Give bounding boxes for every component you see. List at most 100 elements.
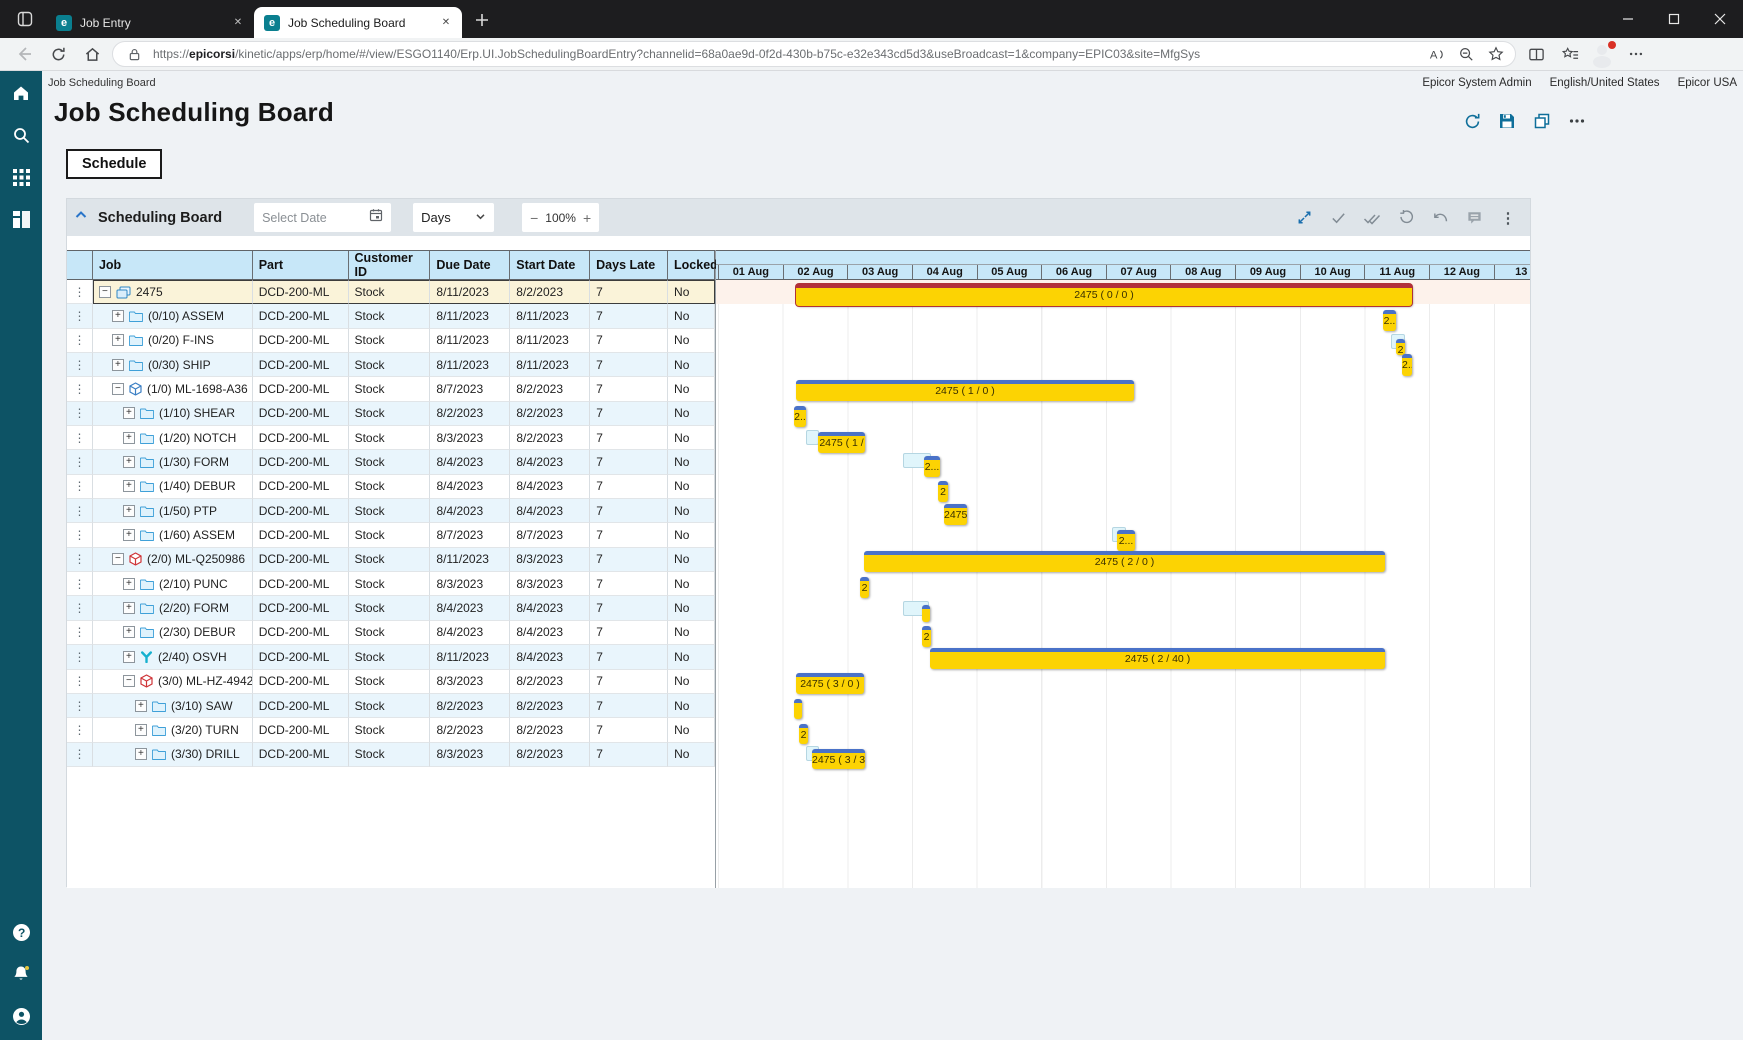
row-menu-icon[interactable]: ⋮	[67, 596, 93, 620]
zoom-out-icon[interactable]	[1455, 43, 1477, 65]
job-grid-row[interactable]: ⋮−(2/0) ML-Q250986DCD-200-MLStock8/11/20…	[67, 548, 715, 572]
new-tab-button[interactable]	[468, 6, 496, 34]
back-icon[interactable]	[10, 40, 38, 68]
row-menu-icon[interactable]: ⋮	[67, 499, 93, 523]
expand-node-icon[interactable]: +	[123, 407, 135, 419]
job-grid-row[interactable]: ⋮+(1/20) NOTCHDCD-200-MLStock8/3/20238/2…	[67, 426, 715, 450]
save-icon[interactable]	[1497, 111, 1517, 131]
job-grid-row[interactable]: ⋮+(3/10) SAWDCD-200-MLStock8/2/20238/2/2…	[67, 694, 715, 718]
accept-check-icon[interactable]	[1328, 208, 1348, 228]
row-menu-icon[interactable]: ⋮	[67, 280, 93, 304]
row-menu-icon[interactable]: ⋮	[67, 645, 93, 669]
search-icon[interactable]	[11, 125, 31, 145]
gantt-bar[interactable]: 2..	[1402, 354, 1412, 376]
expand-node-icon[interactable]: +	[123, 432, 135, 444]
gantt-bar[interactable]: 2475 ( 1 /	[818, 432, 865, 453]
job-grid-row[interactable]: ⋮+(1/60) ASSEMDCD-200-MLStock8/7/20238/7…	[67, 523, 715, 547]
window-close-button[interactable]	[1697, 0, 1743, 38]
refresh-icon[interactable]	[44, 40, 72, 68]
job-grid-row[interactable]: ⋮+(0/10) ASSEMDCD-200-MLStock8/11/20238/…	[67, 304, 715, 328]
url-bar[interactable]: https://epicorsi/kinetic/apps/erp/home/#…	[112, 41, 1516, 67]
split-screen-icon[interactable]	[1522, 40, 1550, 68]
row-menu-icon[interactable]: ⋮	[67, 572, 93, 596]
breadcrumb[interactable]: Job Scheduling Board	[48, 77, 156, 89]
dashboard-icon[interactable]	[11, 209, 31, 229]
gantt-bar[interactable]: 2475 ( 0 / 0 )	[796, 284, 1412, 306]
tab-close-icon[interactable]: ✕	[438, 15, 454, 31]
gantt-bar[interactable]: 2..	[794, 406, 806, 427]
home-icon[interactable]	[78, 40, 106, 68]
browser-tab-job-entry[interactable]: e Job Entry ✕	[46, 7, 254, 38]
job-grid-row[interactable]: ⋮+(0/20) F-INSDCD-200-MLStock8/11/20238/…	[67, 329, 715, 353]
zoom-in-button[interactable]: +	[583, 210, 591, 226]
grid-column-header[interactable]: Job	[93, 251, 253, 279]
grid-column-header[interactable]: Part	[253, 251, 349, 279]
job-grid-row[interactable]: ⋮−(1/0) ML-1698-A36DCD-200-MLStock8/7/20…	[67, 377, 715, 401]
schedule-button[interactable]: Schedule	[66, 149, 162, 179]
row-menu-icon[interactable]: ⋮	[67, 450, 93, 474]
refresh-page-icon[interactable]	[1462, 111, 1482, 131]
interval-select[interactable]: Days	[413, 203, 494, 232]
row-menu-icon[interactable]: ⋮	[67, 304, 93, 328]
row-menu-icon[interactable]: ⋮	[67, 475, 93, 499]
job-grid-row[interactable]: ⋮+(2/10) PUNCDCD-200-MLStock8/3/20238/3/…	[67, 572, 715, 596]
locale-label[interactable]: English/United States	[1550, 77, 1660, 89]
expand-node-icon[interactable]: +	[123, 505, 135, 517]
gantt-bar[interactable]: 2...	[924, 456, 940, 477]
collapse-panel-icon[interactable]	[74, 208, 88, 227]
home-nav-icon[interactable]	[11, 83, 31, 103]
row-menu-icon[interactable]: ⋮	[67, 548, 93, 572]
job-grid-row[interactable]: ⋮−(3/0) ML-HZ-4942DCD-200-MLStock8/3/202…	[67, 670, 715, 694]
row-menu-icon[interactable]: ⋮	[67, 621, 93, 645]
notifications-bell-icon[interactable]	[11, 964, 31, 984]
job-grid-row[interactable]: ⋮+(1/40) DEBURDCD-200-MLStock8/4/20238/4…	[67, 475, 715, 499]
row-menu-icon[interactable]: ⋮	[67, 718, 93, 742]
collapse-node-icon[interactable]: −	[112, 383, 124, 395]
expand-node-icon[interactable]: +	[135, 748, 147, 760]
browser-menu-icon[interactable]	[1622, 40, 1650, 68]
row-menu-icon[interactable]: ⋮	[67, 402, 93, 426]
gantt-bar[interactable]: 2475 ( 3 / 0 )	[796, 673, 864, 694]
gantt-bar[interactable]	[794, 699, 802, 719]
browser-tab-job-scheduling-board[interactable]: e Job Scheduling Board ✕	[254, 7, 462, 38]
window-minimize-button[interactable]	[1605, 0, 1651, 38]
read-aloud-icon[interactable]: A	[1425, 43, 1447, 65]
help-icon[interactable]: ?	[11, 922, 31, 942]
job-grid-row[interactable]: ⋮+(3/20) TURNDCD-200-MLStock8/2/20238/2/…	[67, 718, 715, 742]
select-date-input[interactable]: Select Date	[254, 203, 391, 232]
row-menu-icon[interactable]: ⋮	[67, 694, 93, 718]
row-menu-icon[interactable]: ⋮	[67, 743, 93, 767]
expand-node-icon[interactable]: +	[135, 700, 147, 712]
gantt-bar[interactable]: 2475 ( 2 / 0 )	[864, 551, 1385, 572]
grid-column-header[interactable]: Locked	[668, 251, 715, 279]
expand-node-icon[interactable]: +	[135, 724, 147, 736]
collapse-node-icon[interactable]: −	[123, 675, 135, 687]
gantt-bar[interactable]: 2	[860, 577, 869, 598]
expand-node-icon[interactable]: +	[123, 651, 135, 663]
gantt-bar[interactable]: 2...	[1117, 530, 1135, 551]
expand-icon[interactable]	[1294, 208, 1314, 228]
calendar-icon[interactable]	[369, 208, 383, 227]
grid-column-header[interactable]: Start Date	[510, 251, 590, 279]
job-grid-row[interactable]: ⋮+(1/10) SHEARDCD-200-MLStock8/2/20238/2…	[67, 402, 715, 426]
job-grid-row[interactable]: ⋮+(1/30) FORMDCD-200-MLStock8/4/20238/4/…	[67, 450, 715, 474]
grid-column-header[interactable]: Days Late	[590, 251, 668, 279]
undo-icon[interactable]	[1430, 208, 1450, 228]
window-maximize-button[interactable]	[1651, 0, 1697, 38]
gantt-bar[interactable]: 2475 ( 3 / 30	[812, 749, 865, 769]
expand-node-icon[interactable]: +	[123, 602, 135, 614]
gantt-bar[interactable]: 2	[1396, 339, 1405, 355]
expand-node-icon[interactable]: +	[112, 334, 124, 346]
layouts-icon[interactable]	[1532, 111, 1552, 131]
expand-node-icon[interactable]: +	[123, 578, 135, 590]
expand-node-icon[interactable]: +	[123, 480, 135, 492]
gantt-bar[interactable]: 2	[938, 481, 948, 502]
gantt-bar[interactable]: 2475 ( 2 / 40 )	[930, 648, 1385, 669]
profile-avatar[interactable]	[1590, 41, 1616, 67]
favorite-star-icon[interactable]	[1485, 43, 1507, 65]
expand-node-icon[interactable]: +	[123, 529, 135, 541]
undo-all-icon[interactable]	[1396, 208, 1416, 228]
favorites-bar-icon[interactable]	[1556, 40, 1584, 68]
tab-close-icon[interactable]: ✕	[230, 15, 246, 31]
expand-node-icon[interactable]: +	[123, 626, 135, 638]
